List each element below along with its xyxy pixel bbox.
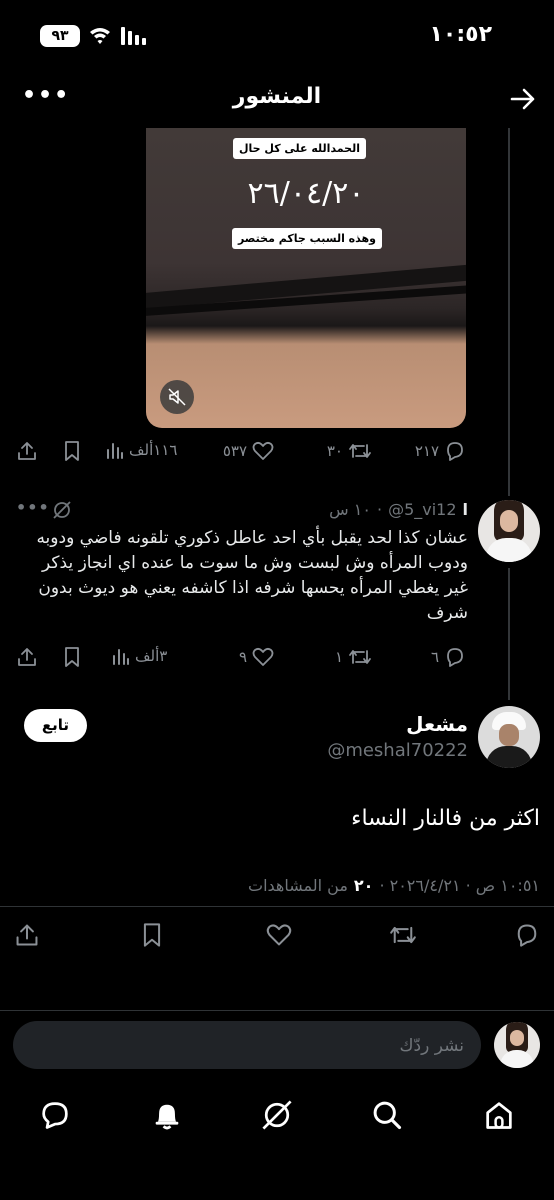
messages-icon[interactable]	[38, 1098, 72, 1132]
wifi-icon	[88, 26, 112, 44]
battery-indicator: ٩٣	[40, 25, 80, 47]
mute-button[interactable]	[160, 380, 194, 414]
author-avatar[interactable]	[478, 706, 540, 768]
reply-action[interactable]: ٢١٧	[415, 440, 466, 462]
post-timestamp: ١٠:٥١ ص · ٢٠٢٦/٤/٢١ ·	[379, 876, 540, 895]
post-actions: ٢١٧ ٣٠ ٥٣٧ ١١٦ألف	[0, 440, 554, 464]
repost-count: ١	[334, 648, 343, 666]
author-name[interactable]: مشعل	[406, 712, 468, 736]
media-caption-top: الحمدالله على كل حال	[232, 138, 366, 159]
views-action[interactable]: ١١٦ألف	[106, 440, 177, 460]
reply-avatar[interactable]	[478, 500, 540, 562]
reply-actions: ٦ ١ ٩ ٣ألف	[0, 646, 554, 670]
notifications-icon[interactable]	[150, 1098, 184, 1132]
more-options-icon[interactable]: •••	[22, 85, 70, 107]
views-count: ١١٦ألف	[129, 441, 178, 459]
video-media[interactable]: الحمدالله على كل حال ٢٦/٠٤/٢٠ وهذه السبب…	[146, 128, 466, 428]
repost-action[interactable]: ٣٠	[327, 440, 372, 462]
reply-action[interactable]: ٦	[431, 646, 466, 668]
like-count: ٩	[238, 648, 247, 666]
back-arrow-icon[interactable]	[510, 86, 536, 112]
repost-action[interactable]: ١	[335, 646, 372, 668]
like-action[interactable]: ٩	[239, 646, 274, 668]
reply-meta: ١٠ س · @5_vi12 ا	[329, 500, 468, 519]
repost-count: ٣٠	[326, 442, 343, 460]
speaker-muted-icon	[168, 388, 186, 406]
reply-icon	[444, 440, 466, 462]
views-action[interactable]: ٣ألف	[112, 646, 167, 666]
current-user-avatar[interactable]	[494, 1022, 540, 1068]
reply-more-icon[interactable]: •••	[16, 498, 50, 517]
reply-icon	[444, 646, 466, 668]
like-count: ٥٣٧	[222, 442, 247, 460]
reply-count: ٢١٧	[414, 442, 439, 460]
repost-icon	[348, 646, 372, 668]
divider	[0, 906, 554, 907]
meta-separator: ·	[376, 500, 383, 519]
repost-icon	[348, 440, 372, 462]
bookmark-icon[interactable]	[62, 646, 82, 668]
grok-icon[interactable]	[52, 500, 72, 520]
reply-icon[interactable]	[514, 922, 540, 948]
share-icon[interactable]	[16, 646, 38, 668]
follow-button[interactable]: تابع	[24, 709, 87, 742]
heart-icon	[252, 646, 274, 668]
post-text: اكثر من فالنار النساء	[351, 806, 540, 831]
post-meta: ١٠:٥١ ص · ٢٠٢٦/٤/٢١ · ٢٠ من المشاهدات	[248, 876, 540, 895]
grok-icon[interactable]	[260, 1098, 294, 1132]
reply-count: ٦	[430, 648, 439, 666]
thread-line	[508, 568, 510, 700]
heart-icon[interactable]	[266, 922, 292, 948]
views-count: ٣ألف	[135, 647, 168, 665]
reply-handle[interactable]: @5_vi12	[388, 500, 456, 519]
repost-icon[interactable]	[388, 922, 418, 948]
post-views-label: من المشاهدات	[248, 876, 348, 895]
media-caption-bottom: وهذه السبب جاكم مختصر	[231, 228, 382, 249]
post-views-count[interactable]: ٢٠	[354, 876, 374, 895]
like-action[interactable]: ٥٣٧	[223, 440, 274, 462]
reply-time: ١٠ س	[329, 500, 371, 519]
reply-text: عشان كذا لحد يقبل بأي احد عاطل ذكوري تلق…	[36, 528, 468, 623]
status-time: ١٠:٥٢	[429, 22, 492, 47]
views-icon	[106, 440, 124, 460]
views-icon	[112, 646, 130, 666]
share-icon[interactable]	[16, 440, 38, 462]
media-caption-date: ٢٦/٠٤/٢٠	[247, 176, 365, 211]
bookmark-icon[interactable]	[140, 922, 164, 948]
page-title: المنشور	[232, 84, 322, 109]
share-icon[interactable]	[14, 922, 40, 948]
divider	[0, 1010, 554, 1011]
author-handle[interactable]: @meshal70222	[327, 740, 468, 761]
home-icon[interactable]	[482, 1098, 516, 1132]
bookmark-icon[interactable]	[62, 440, 82, 462]
reply-input-placeholder: نشر ردّك	[399, 1036, 464, 1056]
signal-icon	[121, 27, 151, 45]
search-icon[interactable]	[370, 1098, 404, 1132]
heart-icon	[252, 440, 274, 462]
reply-author-name[interactable]: ا	[463, 500, 468, 519]
